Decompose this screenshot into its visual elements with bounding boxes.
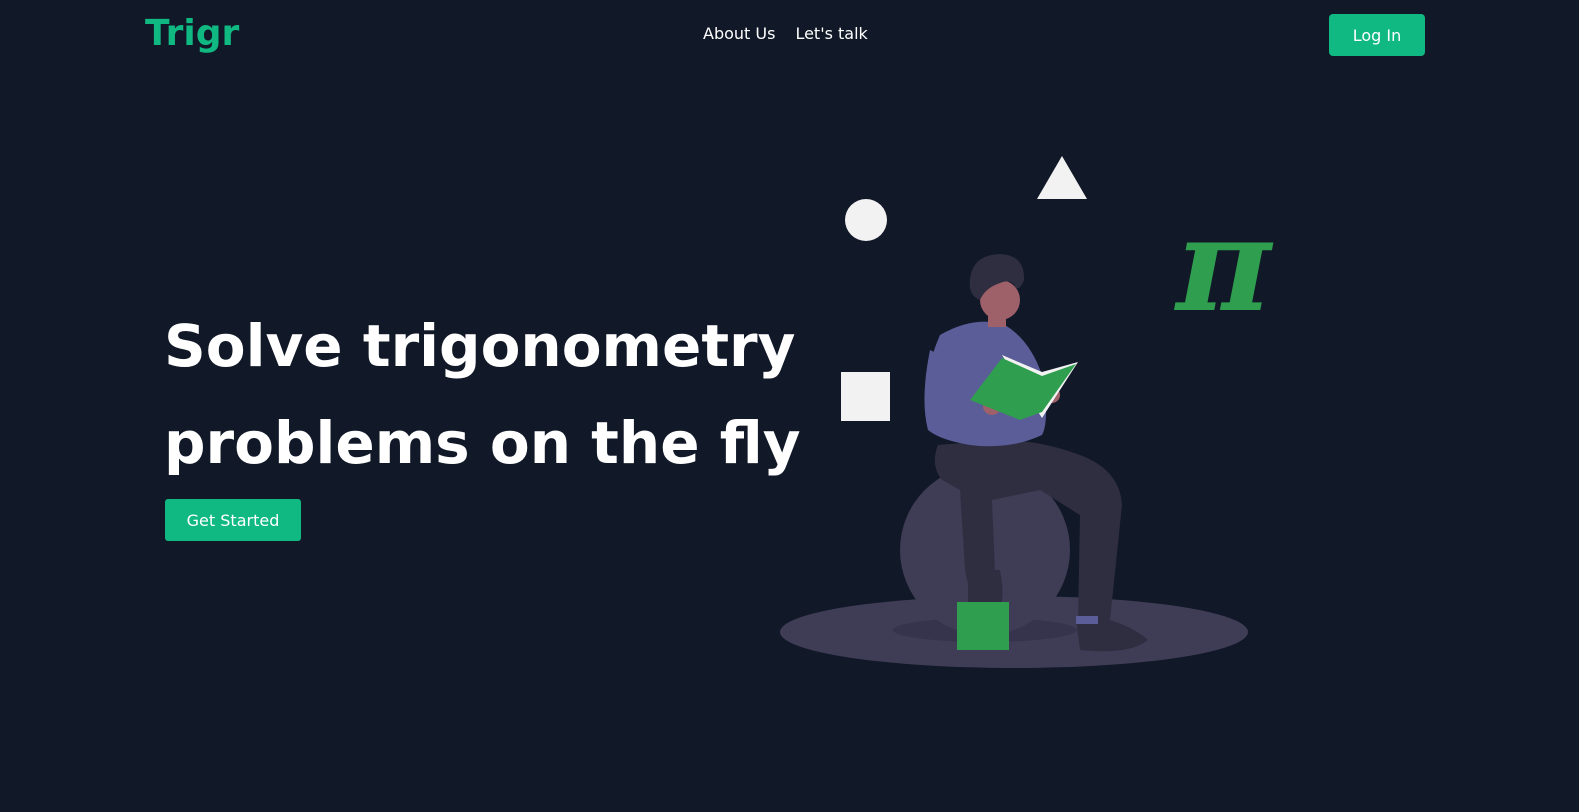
logo[interactable]: Trigr — [145, 10, 239, 58]
hero-title-line-1: Solve trigonometry — [164, 312, 796, 380]
circle-shape-icon — [845, 199, 887, 241]
hero-title-line-2: problems on the fly — [164, 409, 801, 477]
hero-title: Solve trigonometry problems on the fly — [164, 298, 804, 492]
green-box — [957, 602, 1009, 650]
nav-link-about-us[interactable]: About Us — [703, 22, 775, 46]
triangle-shape-icon — [1037, 156, 1087, 199]
square-shape-icon — [841, 372, 890, 421]
pi-symbol-icon: π — [1173, 188, 1274, 341]
landing-page: Trigr About Us Let's talk Log In Solve t… — [0, 0, 1579, 812]
login-button[interactable]: Log In — [1329, 14, 1425, 56]
person-sock — [1076, 616, 1098, 624]
main-nav: About Us Let's talk — [703, 22, 868, 46]
nav-link-lets-talk[interactable]: Let's talk — [795, 22, 867, 46]
hero-illustration: π — [780, 156, 1274, 668]
get-started-button[interactable]: Get Started — [165, 499, 301, 541]
